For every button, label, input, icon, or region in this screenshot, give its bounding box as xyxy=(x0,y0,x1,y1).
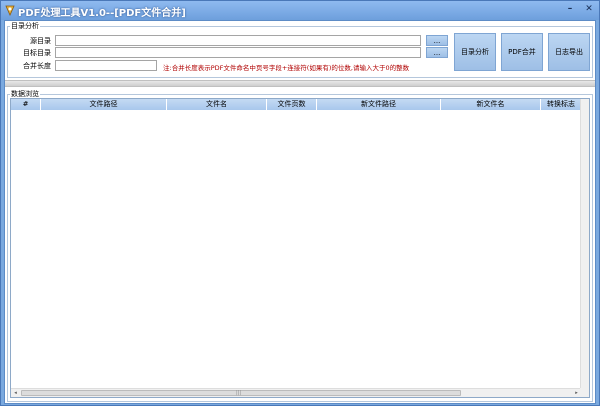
data-grid[interactable]: # 文件路径 文件名 文件页数 新文件路径 新文件名 转换标志 ◂ ||| ▸ xyxy=(10,98,590,398)
splitter-bar[interactable] xyxy=(5,80,595,87)
target-dir-label: 目标目录 xyxy=(23,49,51,57)
scroll-grip-icon: ||| xyxy=(236,390,242,396)
target-dir-input[interactable] xyxy=(55,47,421,58)
analyze-dir-button[interactable]: 目录分析 xyxy=(454,33,496,71)
minimize-button[interactable]: – xyxy=(564,4,576,15)
source-dir-input[interactable] xyxy=(55,35,421,46)
scroll-left-arrow-icon[interactable]: ◂ xyxy=(11,389,20,397)
merge-length-input[interactable] xyxy=(55,60,157,71)
horizontal-scroll-thumb[interactable]: ||| xyxy=(21,390,461,396)
export-log-button[interactable]: 日志导出 xyxy=(548,33,590,71)
col-header-new-file-path[interactable]: 新文件路径 xyxy=(317,99,441,110)
scroll-corner xyxy=(580,388,589,397)
merge-length-note: 注:合并长度表示PDF文件命名中页号字段+连接符(如果有)的位数,请输入大于0的… xyxy=(163,64,410,72)
title-bar[interactable]: PDF处理工具V1.0--[PDF文件合并] – ✕ xyxy=(1,1,599,20)
client-area: 目录分析 源目录 目标目录 合并长度 注:合并长度表示PDF文件命名中页号字段+… xyxy=(4,20,596,404)
vertical-scrollbar[interactable] xyxy=(580,99,589,388)
dir-analysis-title: 目录分析 xyxy=(10,21,40,31)
app-icon xyxy=(5,5,15,16)
close-button[interactable]: ✕ xyxy=(583,4,595,15)
col-header-file-path[interactable]: 文件路径 xyxy=(41,99,167,110)
col-header-convert-flag[interactable]: 转换标志 xyxy=(541,99,582,110)
browse-source-button[interactable]: ... xyxy=(426,35,448,46)
app-window: PDF处理工具V1.0--[PDF文件合并] – ✕ 目录分析 源目录 目标目录… xyxy=(0,0,600,406)
col-header-page-count[interactable]: 文件页数 xyxy=(267,99,317,110)
col-header-index[interactable]: # xyxy=(11,99,41,110)
col-header-new-file-name[interactable]: 新文件名 xyxy=(441,99,541,110)
horizontal-scrollbar[interactable]: ◂ ||| ▸ xyxy=(11,388,581,397)
source-dir-label: 源目录 xyxy=(30,37,51,45)
window-title: PDF处理工具V1.0--[PDF文件合并] xyxy=(18,8,186,19)
merge-length-label: 合并长度 xyxy=(23,62,51,70)
browse-target-button[interactable]: ... xyxy=(426,47,448,58)
pdf-merge-button[interactable]: PDF合并 xyxy=(501,33,543,71)
col-header-file-name[interactable]: 文件名 xyxy=(167,99,267,110)
grid-header: # 文件路径 文件名 文件页数 新文件路径 新文件名 转换标志 xyxy=(11,99,582,110)
